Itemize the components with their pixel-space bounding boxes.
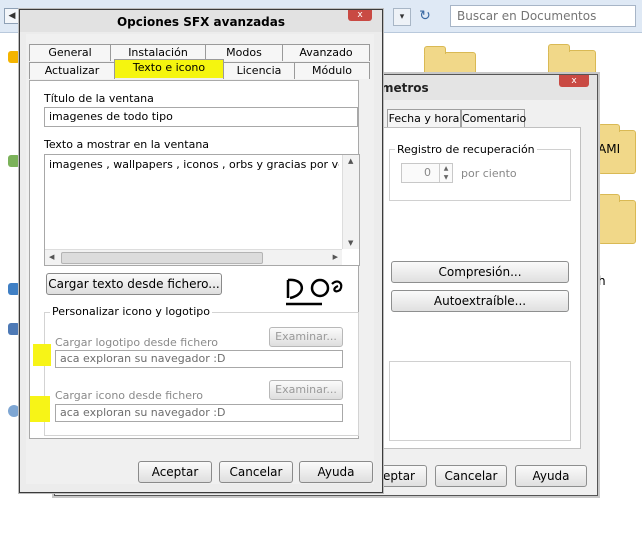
- scroll-left-icon[interactable]: ◀: [49, 253, 54, 261]
- scroll-down-icon[interactable]: ▼: [348, 239, 353, 247]
- browse-logo-button[interactable]: Examinar...: [269, 327, 343, 347]
- tab-general[interactable]: General: [29, 44, 111, 61]
- vertical-scrollbar[interactable]: ▲ ▼: [342, 155, 359, 249]
- window-title-label: Título de la ventana: [44, 92, 154, 105]
- dialog-titlebar: Opciones SFX avanzadas x: [20, 10, 382, 32]
- handwritten-doodle: [286, 278, 343, 306]
- search-box[interactable]: [450, 5, 636, 27]
- recovery-unit: por ciento: [461, 167, 517, 180]
- help-button[interactable]: Ayuda: [515, 465, 587, 487]
- cancel-button[interactable]: Cancelar: [435, 465, 507, 487]
- search-input[interactable]: [451, 6, 635, 26]
- address-dropdown-icon[interactable]: ▾: [393, 8, 411, 26]
- dialog-title: metros: [381, 81, 429, 95]
- folder-icon[interactable]: [598, 194, 636, 244]
- tab-license[interactable]: Licencia: [223, 62, 295, 79]
- load-text-button[interactable]: Cargar texto desde fichero...: [46, 273, 222, 295]
- horizontal-scrollbar[interactable]: ◀ ▶: [45, 249, 342, 265]
- scroll-right-icon[interactable]: ▶: [333, 253, 338, 261]
- icon-path-input[interactable]: aca exploran su navegador :D: [55, 404, 343, 422]
- recovery-label: Registro de recuperación: [395, 143, 537, 156]
- close-icon[interactable]: x: [559, 75, 589, 87]
- accept-button[interactable]: Aceptar: [138, 461, 212, 483]
- window-text-area[interactable]: imagenes , wallpapers , iconos , orbs y …: [44, 154, 360, 266]
- help-button[interactable]: Ayuda: [299, 461, 373, 483]
- compression-button[interactable]: Compresión...: [391, 261, 569, 283]
- highlight-mark: [30, 396, 50, 422]
- icon-label: Cargar icono desde fichero: [55, 389, 203, 402]
- logo-label: Cargar logotipo desde fichero: [55, 336, 219, 349]
- recovery-spinner[interactable]: 0 ▲ ▼: [401, 163, 453, 183]
- logo-path-input[interactable]: aca exploran su navegador :D: [55, 350, 343, 368]
- icon-logo-group-label: Personalizar icono y logotipo: [50, 305, 212, 318]
- highlight-mark: [33, 344, 51, 366]
- spinner-arrows-icon[interactable]: ▲ ▼: [439, 164, 452, 182]
- options-box: [389, 361, 571, 441]
- cancel-button[interactable]: Cancelar: [219, 461, 293, 483]
- tab-update[interactable]: Actualizar: [29, 62, 115, 79]
- window-text-label: Texto a mostrar en la ventana: [44, 138, 210, 151]
- tab-module[interactable]: Módulo: [294, 62, 370, 79]
- tab-date-time[interactable]: Fecha y hora: [387, 109, 461, 128]
- refresh-icon[interactable]: ↻: [416, 7, 434, 25]
- folder-label: h: [598, 274, 606, 288]
- back-arrow-icon[interactable]: ◀: [4, 8, 20, 24]
- recovery-value: 0: [424, 166, 431, 179]
- tab-comment[interactable]: Comentario: [461, 109, 526, 128]
- window-title-input[interactable]: imagenes de todo tipo: [44, 107, 358, 127]
- folder-label: AMI: [598, 142, 621, 156]
- window-text-value: imagenes , wallpapers , iconos , orbs y …: [49, 158, 339, 171]
- selfextract-button[interactable]: Autoextraíble...: [391, 290, 569, 312]
- scroll-up-icon[interactable]: ▲: [348, 157, 353, 165]
- close-icon[interactable]: x: [348, 10, 372, 21]
- scroll-thumb[interactable]: [61, 252, 263, 264]
- dialog-title: Opciones SFX avanzadas: [116, 15, 285, 29]
- tab-advanced[interactable]: Avanzado: [282, 44, 370, 61]
- tab-text-icon[interactable]: Texto e icono: [114, 59, 224, 78]
- browse-icon-button[interactable]: Examinar...: [269, 380, 343, 400]
